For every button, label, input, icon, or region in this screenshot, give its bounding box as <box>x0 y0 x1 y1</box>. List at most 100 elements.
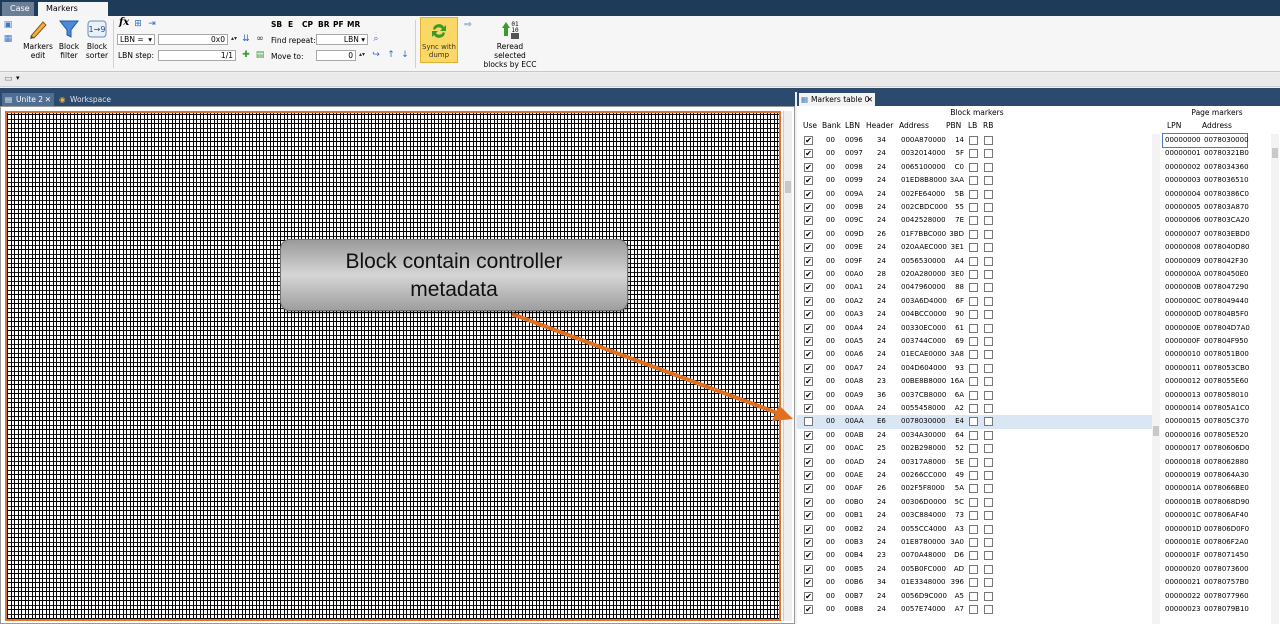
lb-checkbox[interactable] <box>969 564 978 574</box>
use-checkbox[interactable]: ✔ <box>804 256 813 266</box>
mr-button[interactable]: MR <box>347 20 360 29</box>
table-row[interactable]: 0000001C 007806AF40 <box>1163 509 1248 522</box>
lb-checkbox[interactable] <box>969 484 978 494</box>
move-to-input[interactable]: 0 <box>316 50 356 61</box>
lb-checkbox[interactable] <box>969 457 978 467</box>
rb-checkbox[interactable] <box>984 457 993 467</box>
rb-checkbox[interactable] <box>984 538 993 547</box>
lb-checkbox[interactable] <box>969 256 978 266</box>
table-row[interactable]: ✔ 00 00A0 28 020A280000 3E0 <box>797 268 1152 281</box>
lb-checkbox[interactable] <box>969 417 978 427</box>
table-row[interactable]: 00000000 0078030000 <box>1162 132 1249 149</box>
use-checkbox[interactable]: ✔ <box>804 203 813 212</box>
table-row[interactable]: ✔ 00 00B3 24 01E8780000 3A0 <box>797 536 1152 549</box>
scrollbar-thumb[interactable] <box>1153 426 1159 436</box>
br-button[interactable]: BR <box>318 20 330 29</box>
reread-ecc-button[interactable]: 01 10 Reread selected blocks by ECC <box>480 18 540 69</box>
find-icon[interactable]: ⌕ <box>371 34 381 44</box>
table-row[interactable]: 00000015 007805C370 <box>1163 415 1249 428</box>
search-down-icon[interactable]: ⇊ <box>241 34 251 44</box>
use-checkbox[interactable] <box>804 417 813 427</box>
table-row[interactable]: 00 00AA E6 0078030000 E4 <box>797 415 1152 429</box>
table-row[interactable]: ✔ 00 00B6 34 01E3348000 396 <box>797 576 1152 589</box>
table-row[interactable]: ✔ 00 00AD 24 00317A8000 5E <box>797 456 1152 469</box>
table-row[interactable]: ✔ 00 009C 24 0042528000 7E <box>797 214 1152 227</box>
lb-checkbox[interactable] <box>969 216 978 226</box>
use-checkbox[interactable]: ✔ <box>804 497 813 507</box>
spinner-icon[interactable]: ▴▾ <box>229 34 239 44</box>
use-checkbox[interactable]: ✔ <box>804 377 813 387</box>
table-row[interactable]: 00000010 0078051B00 <box>1163 348 1249 361</box>
table-row[interactable]: 00000004 00780386C0 <box>1163 188 1249 201</box>
use-checkbox[interactable]: ✔ <box>804 283 813 293</box>
table-row[interactable]: 0000001E 007806F2A0 <box>1163 536 1248 549</box>
table-row[interactable]: 00000009 0078042F30 <box>1163 255 1248 268</box>
lb-checkbox[interactable] <box>969 551 978 561</box>
use-checkbox[interactable]: ✔ <box>804 605 813 614</box>
lb-checkbox[interactable] <box>969 176 978 186</box>
binoculars-icon[interactable]: ∞ <box>255 34 265 44</box>
rb-checkbox[interactable] <box>984 564 993 574</box>
lb-checkbox[interactable] <box>969 511 978 521</box>
lb-checkbox[interactable] <box>969 390 978 400</box>
table-row[interactable]: 00000019 0078064A30 <box>1163 469 1249 482</box>
tab-markers-table-0[interactable]: ▦ Markers table 0 ✕ <box>799 93 875 106</box>
table-row[interactable]: 0000000E 007804D7A0 <box>1163 322 1250 335</box>
use-checkbox[interactable]: ✔ <box>804 457 813 467</box>
rb-checkbox[interactable] <box>984 243 993 253</box>
lb-checkbox[interactable] <box>969 591 978 601</box>
use-checkbox[interactable]: ✔ <box>804 511 813 521</box>
lb-checkbox[interactable] <box>969 430 978 440</box>
page-table-scrollbar[interactable] <box>1271 134 1279 624</box>
lb-checkbox[interactable] <box>969 444 978 454</box>
table-row[interactable]: ✔ 00 009B 24 002CBDC000 55 <box>797 201 1152 214</box>
table-row[interactable]: ✔ 00 00B1 24 003C884000 73 <box>797 509 1152 522</box>
sync-with-dump-button[interactable]: Sync with dump <box>420 17 458 63</box>
column-icon[interactable]: ⊞ <box>133 19 143 29</box>
table-row[interactable]: ✔ 00 00A4 24 00330EC000 61 <box>797 322 1152 335</box>
table-row[interactable]: ✔ 00 0099 24 01ED8B8000 3AA <box>797 174 1152 187</box>
lb-checkbox[interactable] <box>969 310 978 320</box>
table-row[interactable]: 00000005 007803A870 <box>1163 201 1249 214</box>
close-icon[interactable]: ✕ <box>867 93 873 106</box>
rb-checkbox[interactable] <box>984 430 993 440</box>
rb-checkbox[interactable] <box>984 591 993 601</box>
use-checkbox[interactable]: ✔ <box>804 564 813 574</box>
use-checkbox[interactable]: ✔ <box>804 162 813 172</box>
lb-checkbox[interactable] <box>969 162 978 172</box>
export-icon[interactable]: ⇨ <box>463 20 473 30</box>
lb-checkbox[interactable] <box>969 497 978 507</box>
table-row[interactable]: 00000008 0078040D80 <box>1163 241 1249 254</box>
table-row[interactable]: 00000001 00780321B0 <box>1163 147 1249 160</box>
use-checkbox[interactable]: ✔ <box>804 538 813 547</box>
table-row[interactable]: 00000012 0078055E60 <box>1163 375 1249 388</box>
ribbon-tab-markers-table[interactable]: Markers table <box>38 2 108 27</box>
col-header-lb[interactable]: LB <box>968 121 977 130</box>
lb-checkbox[interactable] <box>969 136 978 145</box>
table-icon[interactable]: ▦ <box>3 34 13 44</box>
table-row[interactable]: 0000001B 0078068D90 <box>1163 496 1249 509</box>
table-row[interactable]: ✔ 00 00A5 24 003744C000 69 <box>797 335 1152 348</box>
rb-checkbox[interactable] <box>984 605 993 614</box>
scrollbar-thumb[interactable] <box>785 181 791 193</box>
spinner-icon[interactable]: ▴▾ <box>357 50 367 60</box>
rb-checkbox[interactable] <box>984 524 993 534</box>
lb-checkbox[interactable] <box>969 350 978 360</box>
use-checkbox[interactable]: ✔ <box>804 216 813 226</box>
table-row[interactable]: ✔ 00 00A8 23 00BE8B8000 16A <box>797 375 1152 388</box>
rb-checkbox[interactable] <box>984 283 993 293</box>
close-icon[interactable]: ✕ <box>45 93 51 106</box>
e-button[interactable]: E <box>288 20 293 29</box>
table-row[interactable]: ✔ 00 00AE 24 00266CC000 49 <box>797 469 1152 482</box>
table-row[interactable]: ✔ 00 00B2 24 0055CC4000 A3 <box>797 523 1152 536</box>
use-checkbox[interactable]: ✔ <box>804 524 813 534</box>
rb-checkbox[interactable] <box>984 323 993 333</box>
table-row[interactable]: 00000021 00780757B0 <box>1163 576 1249 589</box>
rb-checkbox[interactable] <box>984 310 993 320</box>
use-checkbox[interactable]: ✔ <box>804 363 813 373</box>
table-row[interactable]: ✔ 00 00A2 24 003A6D4000 6F <box>797 295 1152 308</box>
col-header-lpn[interactable]: LPN <box>1167 121 1181 130</box>
table-row[interactable]: 00000003 0078036510 <box>1163 174 1249 187</box>
table-row[interactable]: 0000000C 0078049440 <box>1163 295 1249 308</box>
lbn-selector[interactable]: LBN = ▾ <box>117 34 155 45</box>
